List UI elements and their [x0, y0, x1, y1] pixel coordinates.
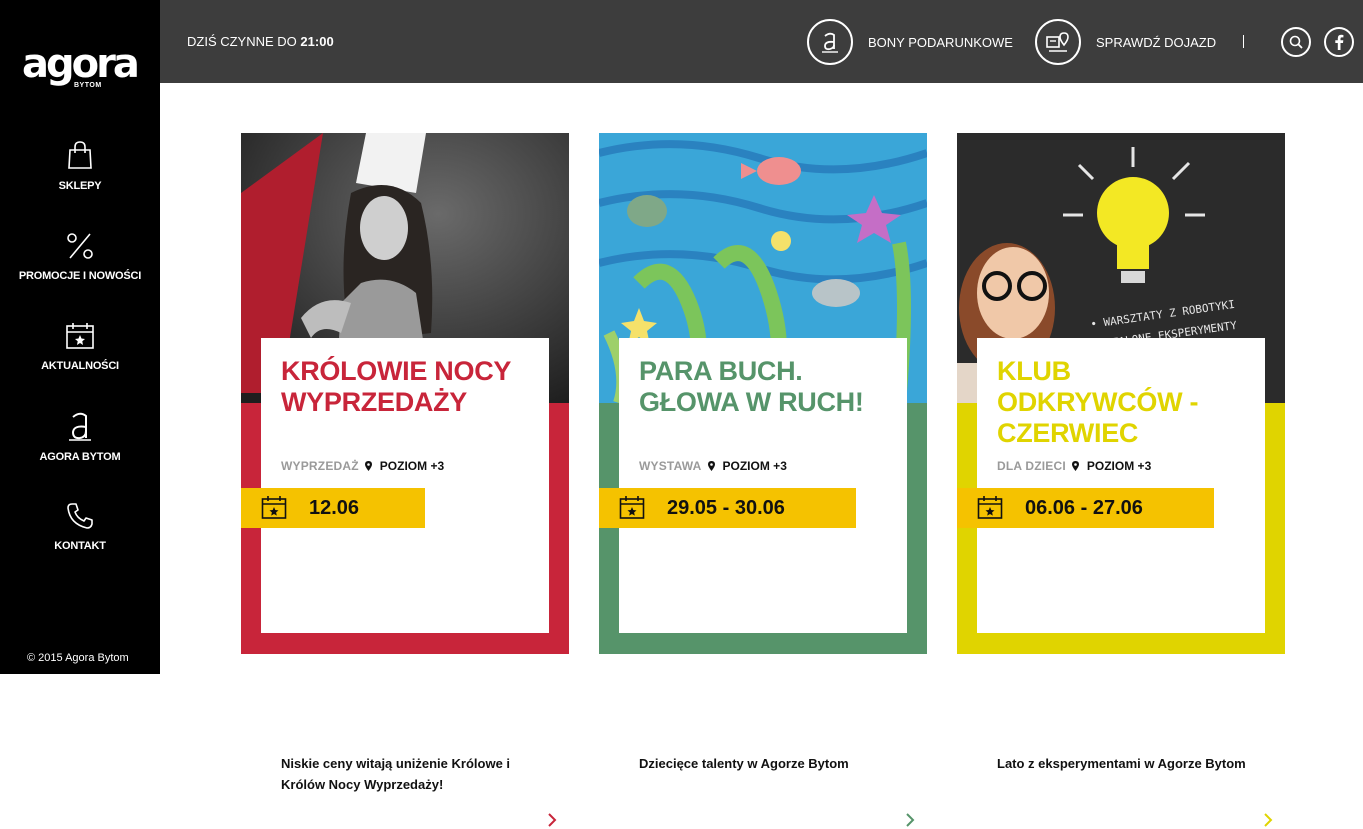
event-location: POZIOM +3 [1071, 459, 1152, 473]
event-title[interactable]: PARA BUCH. GŁOWA W RUCH! [639, 356, 899, 418]
event-title[interactable]: KLUB ODKRYWCÓW - CZERWIEC [997, 356, 1257, 449]
event-card-para-buch[interactable]: PARA BUCH. GŁOWA W RUCH! WYSTAWA POZIOM … [599, 133, 927, 827]
opening-hours-time: 21:00 [300, 34, 334, 49]
agora-a-icon [69, 412, 91, 441]
sidebar: agora BYTOM SKLEPY PROMOCJE I NOWOŚCI AK… [0, 0, 160, 674]
sidebar-item-kontakt[interactable]: KONTAKT [0, 502, 160, 552]
location-pin-icon [364, 461, 372, 471]
location-pin-icon [1071, 461, 1079, 471]
event-date-band: 29.05 - 30.06 [599, 488, 856, 528]
gift-voucher-icon [807, 19, 853, 65]
sidebar-item-label: PROMOCJE I NOWOŚCI [18, 270, 142, 282]
sidebar-item-label: SKLEPY [58, 180, 102, 192]
event-date-band: 12.06 [241, 488, 425, 528]
event-description: Lato z eksperymentami w Agorze Bytom [997, 756, 1246, 771]
directions-link[interactable]: SPRAWDŹ DOJAZD [1035, 19, 1216, 65]
map-route-icon [1035, 19, 1081, 65]
sidebar-item-label: AGORA BYTOM [39, 451, 121, 463]
search-button[interactable] [1281, 27, 1311, 57]
event-title[interactable]: KRÓLOWIE NOCY WYPRZEDAŻY [281, 356, 541, 418]
event-location-text: POZIOM +3 [1086, 459, 1152, 473]
event-meta: DLA DZIECI POZIOM +3 [997, 459, 1151, 473]
event-category: WYPRZEDAŻ [281, 459, 359, 473]
event-date: 29.05 - 30.06 [667, 496, 785, 519]
card-content: PARA BUCH. GŁOWA W RUCH! WYSTAWA POZIOM … [619, 338, 915, 827]
event-description: Dziecięce talenty w Agorze Bytom [639, 756, 849, 771]
event-description: Niskie ceny witają uniżenie Królowe i Kr… [281, 756, 511, 792]
phone-icon [67, 503, 93, 529]
event-card-krolowie-nocy[interactable]: KRÓLOWIE NOCY WYPRZEDAŻY WYPRZEDAŻ POZIO… [241, 133, 569, 827]
event-date: 06.06 - 27.06 [1025, 496, 1143, 519]
event-meta: WYSTAWA POZIOM +3 [639, 459, 787, 473]
event-category: WYSTAWA [639, 459, 702, 473]
card-content: KLUB ODKRYWCÓW - CZERWIEC DLA DZIECI POZ… [977, 338, 1273, 827]
opening-hours: DZIŚ CZYNNE DO 21:00 [187, 34, 334, 49]
chevron-right-icon[interactable] [903, 811, 917, 829]
sidebar-item-sklepy[interactable]: SKLEPY [0, 140, 160, 192]
logo-subtitle: BYTOM [74, 82, 102, 89]
percent-icon [67, 233, 93, 259]
logo-text: agora [22, 41, 140, 87]
calendar-icon [977, 496, 1003, 519]
event-category: DLA DZIECI [997, 459, 1066, 473]
facebook-button[interactable] [1324, 27, 1354, 57]
search-icon [1289, 35, 1303, 49]
location-pin-icon [707, 461, 715, 471]
event-date-band: 06.06 - 27.06 [957, 488, 1214, 528]
top-bar: DZIŚ CZYNNE DO 21:00 BONY PODARUNKOWE SP… [160, 0, 1363, 83]
gift-vouchers-link[interactable]: BONY PODARUNKOWE [807, 19, 1013, 65]
copyright: © 2015 Agora Bytom [27, 652, 129, 664]
event-location: POZIOM +3 [364, 459, 445, 473]
event-location: POZIOM +3 [707, 459, 787, 473]
event-date: 12.06 [309, 496, 360, 519]
agora-logo[interactable]: agora BYTOM [22, 41, 140, 94]
opening-hours-label: DZIŚ CZYNNE DO [187, 34, 297, 49]
event-meta: WYPRZEDAŻ POZIOM +3 [281, 459, 444, 473]
event-location-text: POZIOM +3 [722, 459, 787, 473]
shopping-bag-icon [68, 141, 92, 169]
sidebar-item-label: AKTUALNOŚCI [41, 360, 119, 372]
sidebar-item-agora-bytom[interactable]: AGORA BYTOM [0, 411, 160, 463]
gift-vouchers-label: BONY PODARUNKOWE [868, 34, 1013, 50]
calendar-star-icon [66, 323, 94, 349]
card-content: KRÓLOWIE NOCY WYPRZEDAŻY WYPRZEDAŻ POZIO… [261, 338, 557, 827]
sidebar-item-promocje[interactable]: PROMOCJE I NOWOŚCI [0, 232, 160, 282]
directions-label: SPRAWDŹ DOJAZD [1096, 34, 1217, 50]
calendar-icon [619, 496, 645, 519]
event-card-klub-odkrywcow[interactable]: • WARSZTATY Z ROBOTYKI • SZALONE EKSPERY… [957, 133, 1285, 827]
topbar-divider [1243, 35, 1244, 48]
chevron-right-icon[interactable] [545, 811, 559, 829]
facebook-icon [1335, 34, 1344, 50]
event-location-text: POZIOM +3 [379, 459, 445, 473]
sidebar-item-aktualnosci[interactable]: AKTUALNOŚCI [0, 322, 160, 372]
sidebar-item-label: KONTAKT [54, 540, 106, 552]
chevron-right-icon[interactable] [1261, 811, 1275, 829]
calendar-icon [261, 496, 287, 519]
